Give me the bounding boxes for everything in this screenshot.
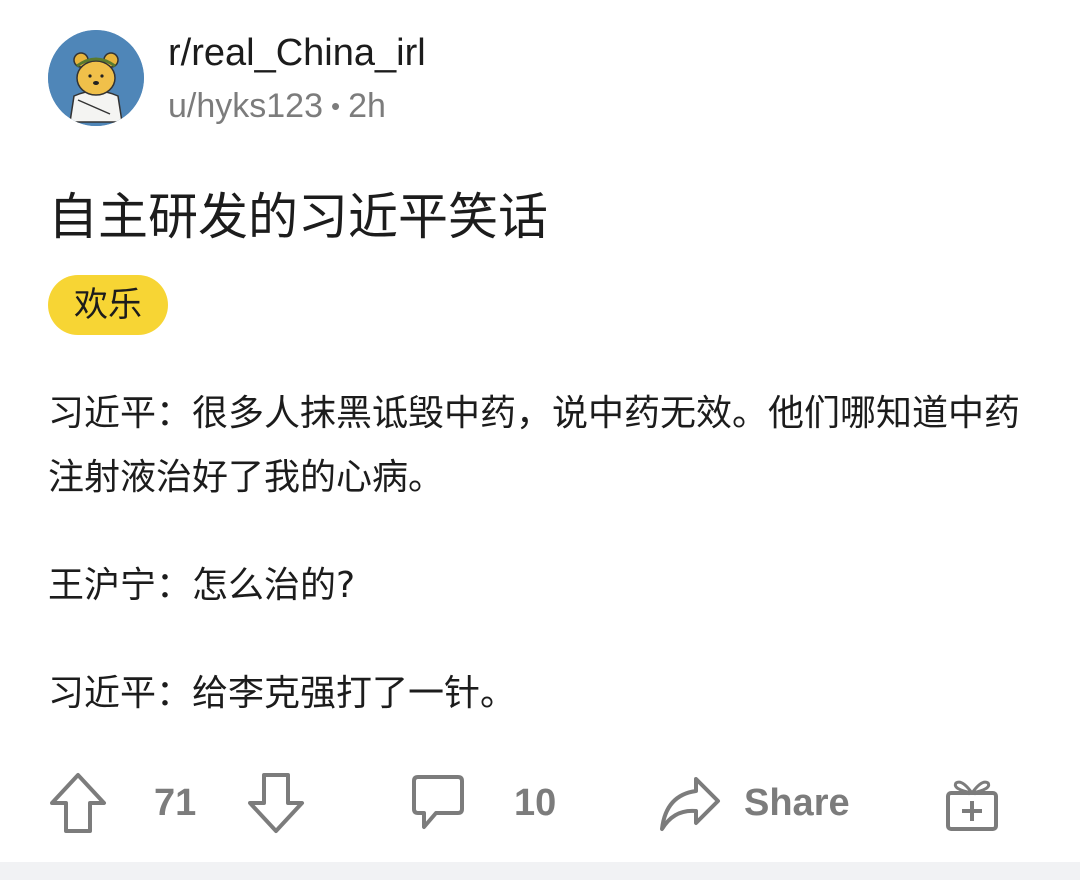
feed-divider xyxy=(0,862,1080,880)
post-byline: u/hyks123 • 2h xyxy=(168,86,426,126)
subreddit-name[interactable]: r/real_China_irl xyxy=(168,30,426,76)
gift-icon xyxy=(946,780,998,831)
bear-mascot-icon xyxy=(48,30,144,126)
comment-count: 10 xyxy=(514,781,557,824)
downvote-button[interactable] xyxy=(246,770,306,836)
post-age: 2h xyxy=(348,87,386,125)
post-meta: r/real_China_irl u/hyks123 • 2h xyxy=(168,30,426,126)
post-flair[interactable]: 欢乐 xyxy=(48,275,168,335)
post-card[interactable]: r/real_China_irl u/hyks123 • 2h 自主研发的习近平… xyxy=(0,0,1080,862)
subreddit-avatar[interactable] xyxy=(48,30,144,126)
post-body: 习近平：很多人抹黑诋毁中药，说中药无效。他们哪知道中药注射液治好了我的心病。 王… xyxy=(48,382,1038,770)
comment-bubble-icon xyxy=(412,775,464,829)
post-action-bar: 71 10 Share xyxy=(48,770,1038,836)
award-button[interactable] xyxy=(944,770,1000,836)
post-header: r/real_China_irl u/hyks123 • 2h xyxy=(48,30,426,126)
body-paragraph: 王沪宁：怎么治的? xyxy=(48,565,356,606)
author-name[interactable]: u/hyks123 xyxy=(168,86,323,126)
score-count-wrap: 71 xyxy=(154,770,196,836)
arrow-down-icon xyxy=(248,773,304,833)
body-paragraph: 习近平：很多人抹黑诋毁中药，说中药无效。他们哪知道中药注射液治好了我的心病。 xyxy=(48,393,1021,498)
separator-dot: • xyxy=(331,91,341,121)
share-arrow-icon xyxy=(660,777,720,831)
comments-button[interactable]: 10 xyxy=(410,770,556,836)
post-title[interactable]: 自主研发的习近平笑话 xyxy=(48,182,548,252)
share-button[interactable]: Share xyxy=(658,770,850,836)
arrow-up-icon xyxy=(50,773,106,833)
score-count: 71 xyxy=(154,781,197,824)
share-label: Share xyxy=(744,781,850,824)
body-paragraph: 习近平：给李克强打了一针。 xyxy=(48,673,517,714)
upvote-button[interactable] xyxy=(48,770,108,836)
